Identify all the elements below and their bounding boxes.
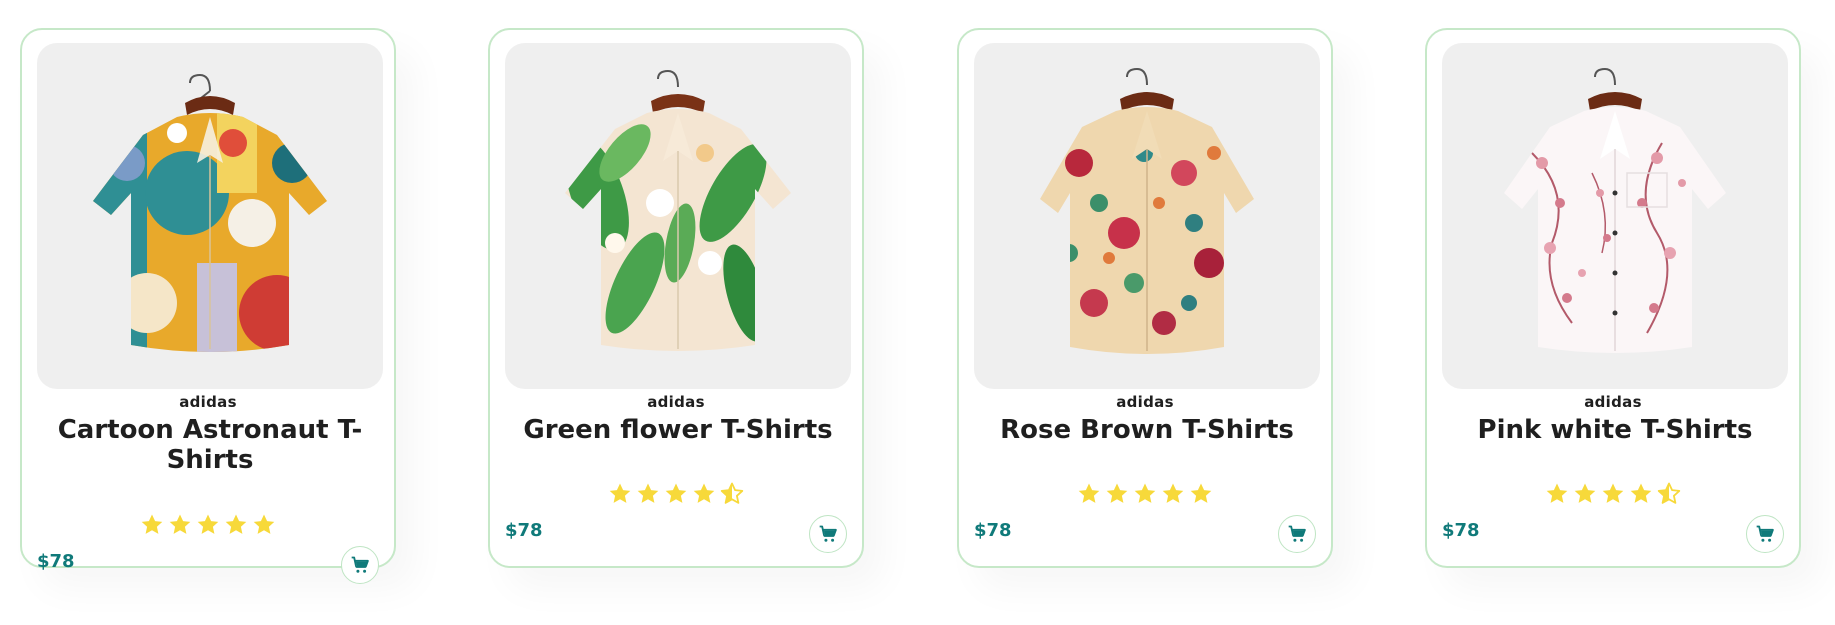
- star-icon: [1574, 483, 1596, 503]
- product-brand: adidas: [1584, 393, 1642, 411]
- star-icon: [637, 483, 659, 503]
- cart-icon: [819, 525, 837, 542]
- product-card[interactable]: adidas Rose Brown T-Shirts $78: [957, 28, 1333, 568]
- add-to-cart-button[interactable]: [1278, 515, 1316, 553]
- star-icon: [1630, 483, 1652, 503]
- star-icon: [1078, 483, 1100, 503]
- product-name[interactable]: Green flower T-Shirts: [520, 415, 836, 445]
- product-price: $78: [505, 520, 543, 541]
- product-brand: adidas: [647, 393, 705, 411]
- product-brand: adidas: [179, 393, 237, 411]
- cart-icon: [1756, 525, 1774, 542]
- star-icon: [609, 483, 631, 503]
- add-to-cart-button[interactable]: [341, 546, 379, 584]
- product-brand: adidas: [1116, 393, 1174, 411]
- add-to-cart-button[interactable]: [1746, 515, 1784, 553]
- product-name[interactable]: Cartoon Astronaut T-Shirts: [52, 415, 368, 475]
- star-icon: [169, 514, 191, 534]
- product-name[interactable]: Pink white T-Shirts: [1457, 415, 1773, 445]
- star-half-icon: [1657, 482, 1681, 504]
- product-card[interactable]: adidas Pink white T-Shirts $78: [1425, 28, 1801, 568]
- rating-stars: [22, 513, 394, 537]
- cart-icon: [351, 556, 369, 573]
- star-icon: [665, 483, 687, 503]
- product-image[interactable]: [37, 43, 383, 389]
- star-icon: [1190, 483, 1212, 503]
- add-to-cart-button[interactable]: [809, 515, 847, 553]
- star-icon: [253, 514, 275, 534]
- product-list: adidas Cartoon Astronaut T-Shirts $78 ad…: [0, 0, 1835, 625]
- product-card[interactable]: adidas Green flower T-Shirts $78: [488, 28, 864, 568]
- star-icon: [1134, 483, 1156, 503]
- star-icon: [225, 514, 247, 534]
- star-icon: [1602, 483, 1624, 503]
- product-image[interactable]: [505, 43, 851, 389]
- star-half-icon: [720, 482, 744, 504]
- star-icon: [141, 514, 163, 534]
- cart-icon: [1288, 525, 1306, 542]
- product-price: $78: [37, 551, 75, 572]
- star-icon: [1162, 483, 1184, 503]
- star-icon: [1106, 483, 1128, 503]
- product-card[interactable]: adidas Cartoon Astronaut T-Shirts $78: [20, 28, 396, 584]
- star-icon: [1546, 483, 1568, 503]
- product-price: $78: [1442, 520, 1480, 541]
- product-name[interactable]: Rose Brown T-Shirts: [989, 415, 1305, 445]
- product-price: $78: [974, 520, 1012, 541]
- product-image[interactable]: [1442, 43, 1788, 389]
- star-icon: [197, 514, 219, 534]
- rating-stars: [959, 482, 1331, 506]
- rating-stars: [490, 482, 862, 506]
- rating-stars: [1427, 482, 1799, 506]
- star-icon: [693, 483, 715, 503]
- product-image[interactable]: [974, 43, 1320, 389]
